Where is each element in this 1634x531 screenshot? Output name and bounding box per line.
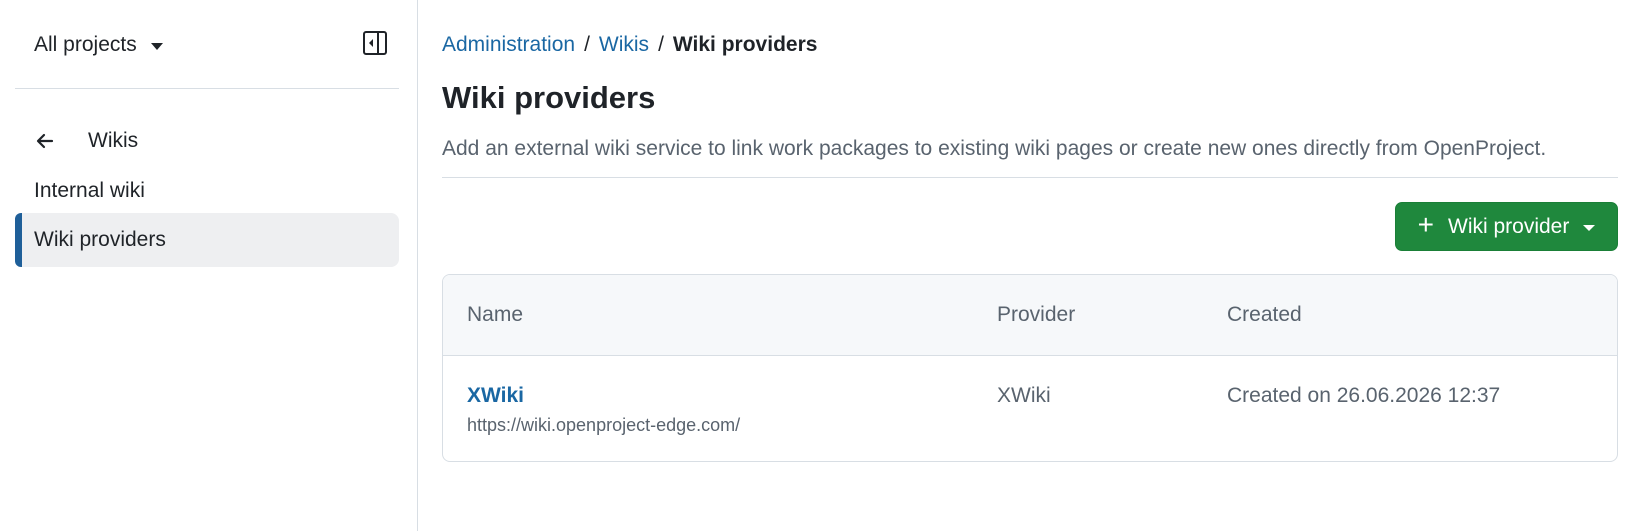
wiki-provider-type: XWiki	[997, 384, 1051, 407]
page-description: Add an external wiki service to link wor…	[442, 137, 1547, 160]
column-header-name[interactable]: Name	[467, 303, 523, 327]
sidebar-item-wiki-providers[interactable]: Wiki providers	[15, 213, 399, 267]
plus-icon: +	[1417, 209, 1434, 240]
wiki-provider-name-link[interactable]: XWiki	[467, 384, 524, 408]
project-selector[interactable]: All projects	[34, 30, 163, 60]
page-title: Wiki providers	[442, 80, 656, 115]
column-header-created[interactable]: Created	[1227, 303, 1302, 327]
caret-down-icon	[1583, 224, 1596, 231]
caret-down-icon	[150, 42, 163, 50]
wiki-provider-url: https://wiki.openproject-edge.com/	[467, 415, 741, 435]
breadcrumb-current: Wiki providers	[672, 33, 818, 56]
breadcrumb-link-administration[interactable]: Administration	[442, 33, 575, 57]
add-wiki-provider-button[interactable]: + Wiki provider	[1395, 202, 1618, 251]
header-divider	[442, 177, 1618, 178]
breadcrumb: Administration / Wikis / Wiki providers	[442, 30, 817, 60]
project-selector-label: All projects	[34, 33, 137, 56]
sidebar-section-title: Wikis	[88, 129, 139, 152]
arrow-left-icon	[36, 133, 54, 149]
sidebar-item-label: Wiki providers	[34, 228, 166, 251]
sidebar-collapse-icon	[363, 31, 387, 55]
add-wiki-provider-label: Wiki provider	[1448, 214, 1570, 238]
sidebar-item-internal-wiki[interactable]: Internal wiki	[15, 164, 399, 218]
breadcrumb-link-wikis[interactable]: Wikis	[599, 33, 649, 57]
breadcrumb-separator: /	[584, 33, 590, 56]
back-button[interactable]	[34, 130, 56, 152]
sidebar-item-label: Internal wiki	[34, 179, 145, 202]
sidebar-back-row: Wikis	[34, 123, 138, 159]
sidebar-collapse-button[interactable]	[362, 30, 388, 56]
sidebar: All projects Wikis Internal wiki Wiki pr…	[0, 0, 418, 531]
wiki-providers-table: Name Provider Created XWiki https://wiki…	[442, 274, 1618, 462]
sidebar-divider	[15, 88, 399, 89]
column-header-provider[interactable]: Provider	[997, 303, 1075, 327]
table-header: Name Provider Created	[443, 275, 1617, 356]
breadcrumb-separator: /	[658, 33, 664, 56]
table-row: XWiki https://wiki.openproject-edge.com/…	[443, 356, 1617, 461]
wiki-provider-created: Created on 26.06.2026 12:37	[1227, 384, 1501, 407]
